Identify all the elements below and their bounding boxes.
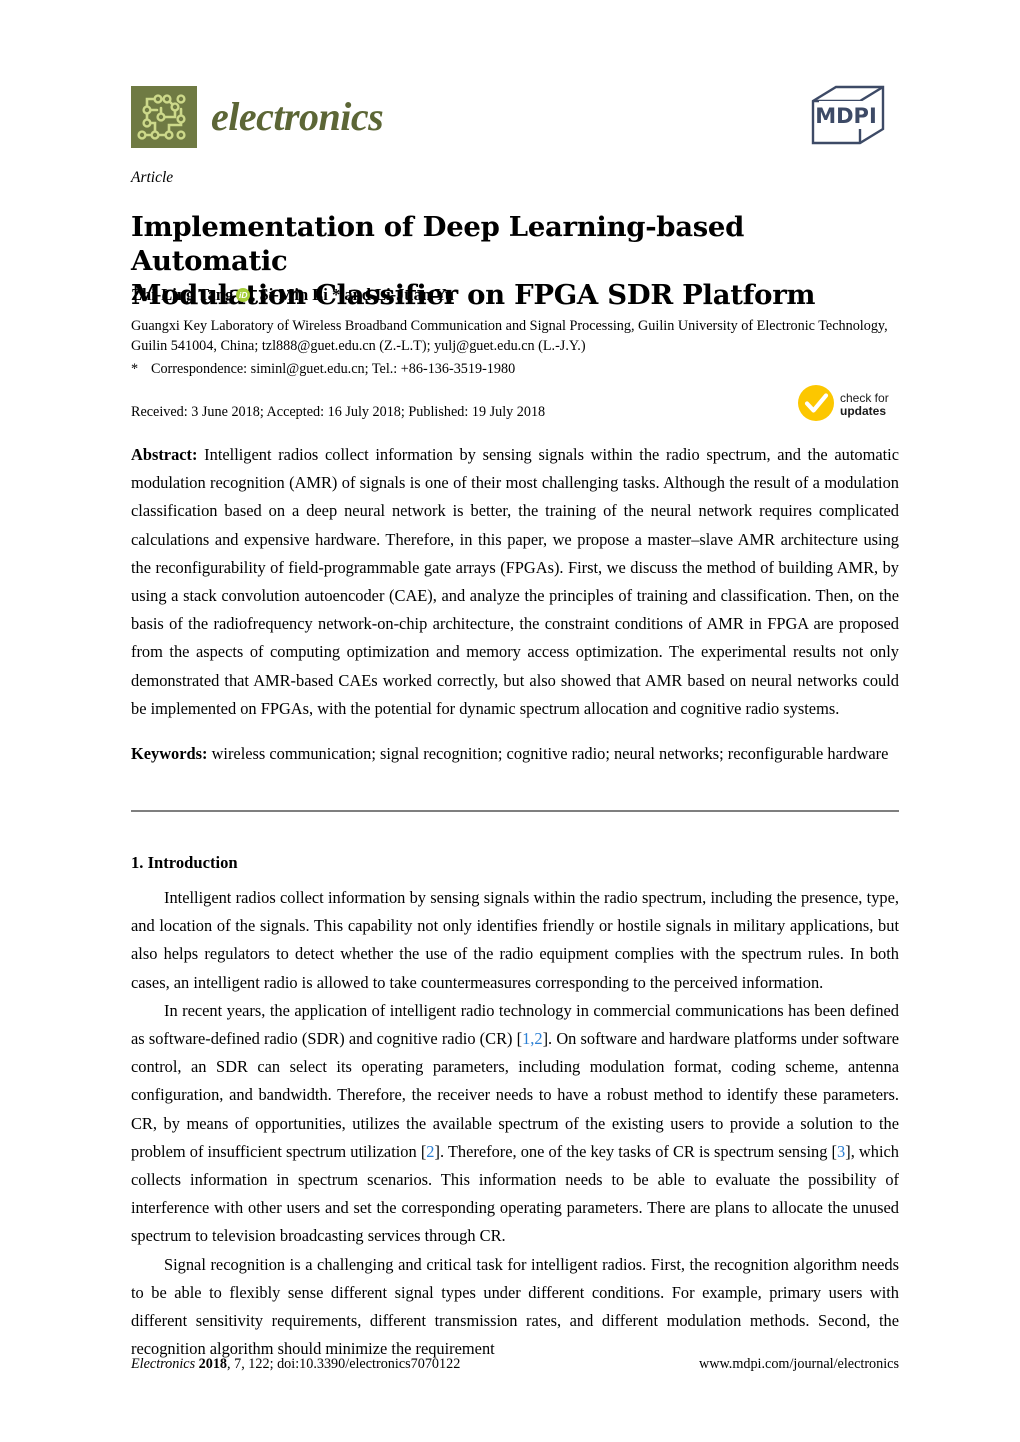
author-name-primary: Zhi-Ling Tang	[131, 285, 234, 304]
keywords-label: Keywords:	[131, 744, 208, 763]
footer-citation: Electronics 2018, 7, 122; doi:10.3390/el…	[131, 1356, 460, 1373]
journal-wordmark: electronics	[211, 94, 384, 139]
citation-link[interactable]: 3	[837, 1142, 845, 1161]
citation-link[interactable]: 2	[426, 1142, 434, 1161]
page-footer: Electronics 2018, 7, 122; doi:10.3390/el…	[131, 1356, 899, 1373]
citation-link[interactable]: 1,2	[522, 1029, 543, 1048]
section-heading-introduction: 1. Introduction	[131, 853, 238, 872]
author-names-rest: , Si-Min Li * and Li-Juan Yu	[251, 285, 455, 304]
footer-website[interactable]: www.mdpi.com/journal/electronics	[699, 1356, 899, 1373]
abstract-text: Intelligent radios collect information b…	[131, 445, 899, 718]
check-for-updates-badge[interactable]: check for updates	[797, 384, 901, 427]
affiliation-text: Guangxi Key Laboratory of Wireless Broad…	[131, 318, 888, 354]
publication-dates: Received: 3 June 2018; Accepted: 16 July…	[131, 404, 546, 420]
footer-year: 2018	[198, 1356, 228, 1372]
article-type-label: Article	[131, 169, 174, 186]
crossmark-check-icon	[797, 384, 835, 427]
keywords-text: wireless communication; signal recogniti…	[207, 744, 889, 763]
paragraph: Intelligent radios collect information b…	[131, 888, 899, 992]
paragraph: Signal recognition is a challenging and …	[131, 1254, 899, 1359]
correspondence-marker: *	[131, 361, 139, 377]
title-line-1: Implementation of Deep Learning-based Au…	[131, 211, 745, 278]
journal-branding: electronics	[131, 86, 384, 148]
introduction-body: Intelligent radios collect information b…	[131, 884, 899, 1363]
paragraph: In recent years, the application of inte…	[131, 997, 899, 1251]
footer-volume-doi: , 7, 122; doi:10.3390/electronics7070122	[227, 1356, 461, 1372]
section-divider	[131, 810, 899, 812]
footer-journal-name: Electronics	[131, 1356, 196, 1372]
electronics-circuit-logo-icon	[131, 86, 197, 148]
paragraph-segment: ]. Therefore, one of the key tasks of CR…	[434, 1141, 838, 1161]
svg-text:MDPI: MDPI	[815, 104, 877, 128]
author-list: Zhi-Ling Tang iD, Si-Min Li * and Li-Juan…	[131, 285, 454, 305]
abstract-label: Abstract:	[131, 445, 198, 464]
correspondence-block: * Correspondence: siminl@guet.edu.cn; Te…	[131, 360, 891, 380]
paper-page: electronics MDPI Article Implementation …	[0, 0, 1020, 1442]
masthead: electronics MDPI	[131, 82, 891, 152]
abstract-block: Abstract: Intelligent radios collect inf…	[131, 441, 899, 723]
crossmark-line-1: check for	[840, 390, 889, 405]
correspondence-text: Correspondence: siminl@guet.edu.cn; Tel.…	[151, 361, 516, 377]
crossmark-label: check for updates	[840, 390, 889, 419]
orcid-icon[interactable]: iD	[236, 288, 251, 302]
crossmark-line-2: updates	[840, 404, 887, 418]
keywords-block: Keywords: wireless communication; signal…	[131, 740, 899, 768]
mdpi-logo-icon: MDPI	[805, 82, 891, 153]
